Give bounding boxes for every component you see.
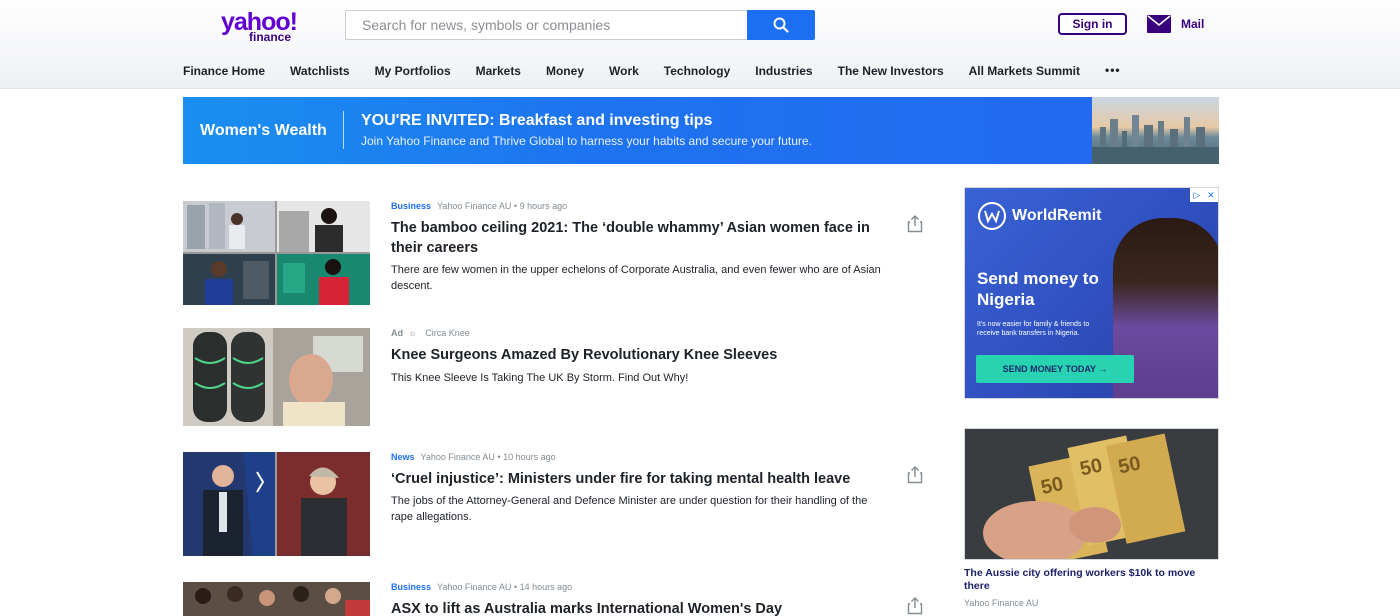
nav-item-watchlists[interactable]: Watchlists (290, 63, 350, 81)
story-category[interactable]: News (391, 452, 415, 462)
ad-label: Ad (391, 328, 403, 338)
sidebar-ad-worldremit[interactable]: ▷ ✕ WorldRemit Send money to Nigeria It'… (964, 187, 1219, 399)
story-thumbnail[interactable] (183, 328, 370, 426)
nav-more-icon[interactable]: ••• (1105, 63, 1121, 81)
story-source: Circa Knee (425, 328, 470, 338)
banner-title: YOU'RE INVITED: Breakfast and investing … (361, 112, 713, 129)
story-item[interactable]: Business Yahoo Finance AU • 14 hours ago … (183, 582, 923, 616)
story-thumbnail[interactable] (183, 582, 370, 616)
ad-choices-icon[interactable]: ☼ (409, 328, 417, 338)
header: yahoo! finance Sign in Mail Finance Home… (0, 0, 1400, 89)
nav-item-industries[interactable]: Industries (755, 63, 812, 81)
banner-city-image (1092, 97, 1219, 164)
story-headline[interactable]: ASX to lift as Australia marks Internati… (391, 599, 891, 616)
story-thumbnail[interactable] (183, 452, 370, 556)
share-icon[interactable] (907, 597, 923, 615)
search-button[interactable] (747, 10, 815, 40)
promo-banner[interactable]: Women's Wealth YOU'RE INVITED: Breakfast… (183, 97, 1219, 164)
story-headline[interactable]: The bamboo ceiling 2021: The ‘double wha… (391, 218, 891, 258)
search-bar (345, 10, 815, 40)
nav-item-technology[interactable]: Technology (664, 63, 730, 81)
main-nav: Finance Home Watchlists My Portfolios Ma… (183, 63, 1121, 81)
ad-cta-button[interactable]: SEND MONEY TODAY → (976, 355, 1134, 383)
story-meta: Business Yahoo Finance AU • 9 hours ago (391, 201, 568, 211)
ad-info-icon: ▷ (1193, 189, 1201, 200)
story-source: Yahoo Finance AU (420, 452, 495, 462)
sidebar-story-title[interactable]: The Aussie city offering workers $10k to… (964, 567, 1219, 593)
share-icon[interactable] (907, 466, 923, 484)
story-item[interactable]: Business Yahoo Finance AU • 9 hours ago T… (183, 201, 923, 311)
ad-brand: WorldRemit (978, 202, 1101, 230)
svg-text:50: 50 (1078, 454, 1104, 480)
nav-item-finance-home[interactable]: Finance Home (183, 63, 265, 81)
story-summary: There are few women in the upper echelon… (391, 264, 881, 292)
ad-choices-button[interactable]: ▷ ✕ (1190, 188, 1218, 202)
ad-close-icon: ✕ (1207, 189, 1215, 200)
ad-brand-name: WorldRemit (1012, 207, 1102, 224)
sidebar-story-image[interactable]: 50 50 50 (964, 428, 1219, 560)
nav-item-the-new-investors[interactable]: The New Investors (838, 63, 944, 81)
banner-divider (343, 111, 344, 149)
worldremit-logo-icon (978, 202, 1006, 230)
story-source: Yahoo Finance AU (437, 582, 512, 592)
sponsored-story-item[interactable]: Ad ☼ Circa Knee Knee Surgeons Amazed By … (183, 328, 923, 428)
search-input[interactable] (345, 10, 747, 40)
logo-subtitle: finance (249, 30, 292, 44)
search-icon (773, 17, 789, 33)
story-headline[interactable]: ‘Cruel injustice’: Ministers under fire … (391, 469, 891, 489)
share-icon[interactable] (907, 215, 923, 233)
story-category[interactable]: Business (391, 201, 431, 211)
story-summary: This Knee Sleeve Is Taking The UK By Sto… (391, 372, 689, 384)
mail-label: Mail (1181, 17, 1205, 31)
mail-icon (1147, 15, 1171, 33)
story-source: Yahoo Finance AU (437, 201, 512, 211)
story-item[interactable]: News Yahoo Finance AU • 10 hours ago ‘Cru… (183, 452, 923, 562)
svg-text:50: 50 (1039, 473, 1065, 499)
story-summary: The jobs of the Attorney-General and Def… (391, 495, 868, 523)
story-headline[interactable]: Knee Surgeons Amazed By Revolutionary Kn… (391, 345, 891, 365)
mail-link[interactable]: Mail (1147, 14, 1204, 34)
sidebar-story-source: Yahoo Finance AU (964, 598, 1039, 608)
nav-item-money[interactable]: Money (546, 63, 584, 81)
story-category[interactable]: Business (391, 582, 431, 592)
banner-subtitle: Join Yahoo Finance and Thrive Global to … (361, 134, 812, 148)
nav-item-work[interactable]: Work (609, 63, 639, 81)
ad-small-text: It's now easier for family & friends to … (977, 321, 1090, 337)
story-meta: Business Yahoo Finance AU • 14 hours ago (391, 582, 573, 592)
nav-item-my-portfolios[interactable]: My Portfolios (375, 63, 451, 81)
nav-item-markets[interactable]: Markets (476, 63, 521, 81)
yahoo-finance-logo[interactable]: yahoo! finance (221, 10, 303, 44)
banner-brand: Women's Wealth (200, 122, 327, 139)
ad-headline: Send money to Nigeria (977, 269, 1099, 309)
story-thumbnail[interactable] (183, 201, 370, 305)
story-meta: News Yahoo Finance AU • 10 hours ago (391, 452, 556, 462)
story-time: 14 hours ago (519, 582, 573, 592)
nav-item-all-markets-summit[interactable]: All Markets Summit (969, 63, 1080, 81)
story-time: 9 hours ago (519, 201, 568, 211)
story-time: 10 hours ago (503, 452, 556, 462)
story-meta: Ad ☼ Circa Knee (391, 328, 470, 338)
sign-in-button[interactable]: Sign in (1058, 13, 1127, 35)
svg-text:50: 50 (1116, 452, 1142, 478)
